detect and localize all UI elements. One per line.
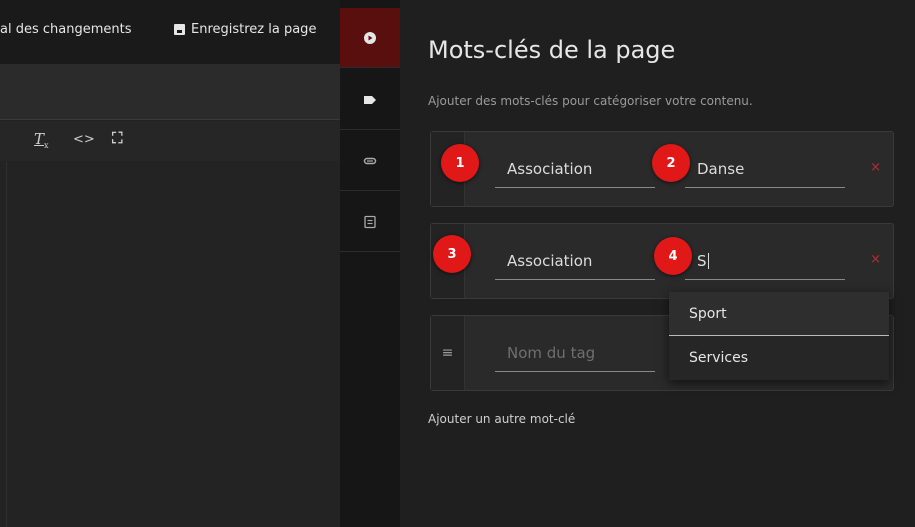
editor-toolbar: Tx <> ⛶ — [0, 121, 340, 161]
tag-value-input[interactable]: Danse — [685, 154, 845, 188]
rail-item-preview[interactable] — [340, 8, 400, 68]
tag-icon — [364, 95, 376, 104]
step-badge: 3 — [433, 235, 471, 273]
remove-tag-button[interactable]: × — [870, 252, 881, 267]
drag-handle-icon[interactable]: ≡ — [431, 316, 465, 390]
tag-value-input[interactable]: S — [685, 246, 845, 280]
rail-item-attachments[interactable] — [340, 131, 400, 191]
side-icon-rail — [340, 0, 400, 527]
clear-format-icon[interactable]: Tx — [34, 130, 49, 150]
dropdown-option[interactable]: Services — [669, 336, 889, 380]
save-icon — [174, 24, 185, 35]
step-badge: 1 — [441, 144, 479, 182]
form-icon — [364, 215, 376, 228]
tag-category-input[interactable]: Association — [495, 154, 655, 188]
play-icon — [364, 31, 376, 44]
panel-title: Mots-clés de la page — [428, 36, 676, 64]
remove-tag-button[interactable]: × — [870, 160, 881, 175]
step-badge: 2 — [652, 144, 690, 182]
step-badge: 4 — [654, 237, 692, 275]
panel-subtitle: Ajouter des mots-clés pour catégoriser v… — [428, 94, 753, 108]
editor-pane: al des changements Enregistrez la page T… — [0, 0, 340, 527]
tag-category-input[interactable]: Nom du tag — [495, 338, 655, 372]
autocomplete-dropdown: Sport Services — [669, 292, 889, 380]
editor-title-bar — [0, 64, 340, 120]
text-caret — [707, 253, 709, 269]
code-view-icon[interactable]: <> — [73, 132, 95, 147]
paperclip-icon — [363, 157, 377, 164]
add-keyword-link[interactable]: Ajouter un autre mot-clé — [428, 412, 575, 426]
fullscreen-icon[interactable]: ⛶ — [112, 129, 123, 147]
save-page-label: Enregistrez la page — [191, 22, 317, 37]
dropdown-option[interactable]: Sport — [669, 292, 889, 336]
rail-item-tags[interactable] — [340, 70, 400, 130]
save-page-button[interactable]: Enregistrez la page — [174, 22, 316, 37]
tag-category-input[interactable]: Association — [495, 246, 655, 280]
rail-item-form[interactable] — [340, 192, 400, 252]
editor-content[interactable] — [6, 162, 340, 527]
history-link[interactable]: al des changements — [0, 22, 131, 37]
editor-top-bar: al des changements Enregistrez la page — [0, 0, 340, 64]
